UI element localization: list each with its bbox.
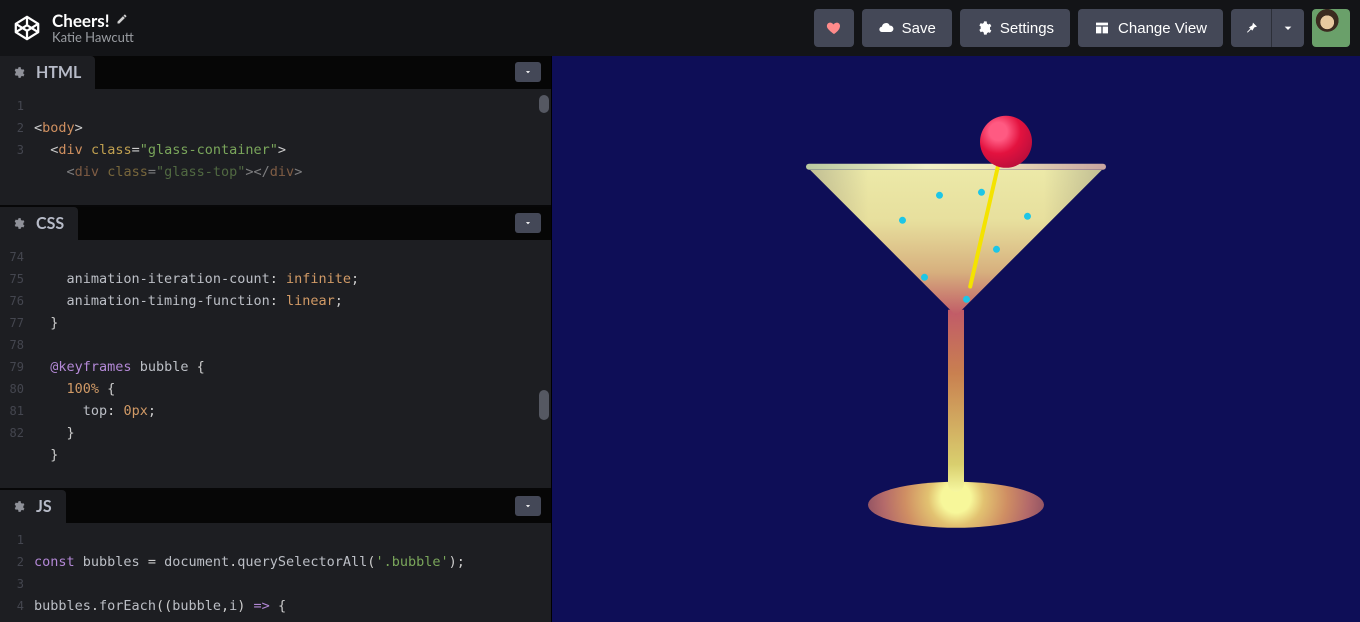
pin-group xyxy=(1231,9,1304,47)
like-button[interactable] xyxy=(814,9,854,47)
css-code: animation-iteration-count: infinite; ani… xyxy=(34,240,551,488)
js-editor[interactable]: 1234567 const bubbles = document.querySe… xyxy=(0,523,551,622)
css-label: CSS xyxy=(36,214,64,233)
css-panel-header: CSS xyxy=(0,207,551,240)
glass-bowl xyxy=(810,170,1102,316)
bubble xyxy=(978,189,985,196)
js-code: const bubbles = document.querySelectorAl… xyxy=(34,523,551,622)
settings-label: Settings xyxy=(1000,20,1054,37)
bubble xyxy=(921,274,928,281)
codepen-logo[interactable] xyxy=(10,11,44,45)
js-dropdown-button[interactable] xyxy=(515,496,541,516)
main: HTML 123 <body> <div class="glass-contai… xyxy=(0,56,1360,622)
js-panel-header: JS xyxy=(0,490,551,523)
css-tab[interactable]: CSS xyxy=(0,207,78,240)
css-scrollbar[interactable] xyxy=(539,390,549,420)
pin-icon xyxy=(1243,20,1259,36)
js-gutter: 1234567 xyxy=(0,523,30,622)
preview-pane xyxy=(552,56,1360,622)
heart-icon xyxy=(826,20,842,36)
html-label: HTML xyxy=(36,63,81,82)
js-tab[interactable]: JS xyxy=(0,490,66,523)
cocktail-glass xyxy=(806,104,1106,524)
glass-stem xyxy=(948,310,964,492)
title-block: Cheers! Katie Hawcutt xyxy=(52,11,134,45)
pen-title[interactable]: Cheers! xyxy=(52,11,110,31)
js-label: JS xyxy=(36,497,52,516)
save-label: Save xyxy=(902,20,936,37)
save-button[interactable]: Save xyxy=(862,9,952,47)
html-panel-header: HTML xyxy=(0,56,551,89)
layout-icon xyxy=(1094,20,1110,36)
top-bar: Cheers! Katie Hawcutt Save Settings Chan… xyxy=(0,0,1360,56)
chevron-down-icon xyxy=(1280,20,1296,36)
bubble xyxy=(899,217,906,224)
bubble xyxy=(936,192,943,199)
bubble xyxy=(1024,213,1031,220)
bubble xyxy=(963,296,970,303)
css-editor[interactable]: 747576777879808182 animation-iteration-c… xyxy=(0,240,551,488)
glass-rim xyxy=(806,164,1106,170)
bubble xyxy=(993,246,1000,253)
css-gutter: 747576777879808182 xyxy=(0,240,30,488)
css-dropdown-button[interactable] xyxy=(515,213,541,233)
editor-column: HTML 123 <body> <div class="glass-contai… xyxy=(0,56,552,622)
html-tab[interactable]: HTML xyxy=(0,56,95,89)
pen-author[interactable]: Katie Hawcutt xyxy=(52,30,134,45)
html-panel: HTML 123 <body> <div class="glass-contai… xyxy=(0,56,551,205)
gear-icon xyxy=(976,20,992,36)
html-editor[interactable]: 123 <body> <div class="glass-container">… xyxy=(0,89,551,205)
settings-button[interactable]: Settings xyxy=(960,9,1070,47)
css-panel: CSS 747576777879808182 animation-iterati… xyxy=(0,205,551,488)
js-panel: JS 1234567 const bubbles = document.quer… xyxy=(0,488,551,622)
change-view-button[interactable]: Change View xyxy=(1078,9,1223,47)
cloud-icon xyxy=(878,20,894,36)
avatar[interactable] xyxy=(1312,9,1350,47)
html-code: <body> <div class="glass-container"> <di… xyxy=(34,89,551,205)
cherry xyxy=(980,116,1032,168)
edit-title-icon[interactable] xyxy=(116,13,128,28)
pin-dropdown-button[interactable] xyxy=(1271,9,1304,47)
pin-button[interactable] xyxy=(1231,9,1271,47)
css-settings-icon[interactable] xyxy=(8,213,28,233)
change-view-label: Change View xyxy=(1118,20,1207,37)
js-settings-icon[interactable] xyxy=(8,496,28,516)
html-scrollbar[interactable] xyxy=(539,95,549,113)
html-settings-icon[interactable] xyxy=(8,62,28,82)
html-gutter: 123 xyxy=(0,89,30,205)
html-dropdown-button[interactable] xyxy=(515,62,541,82)
